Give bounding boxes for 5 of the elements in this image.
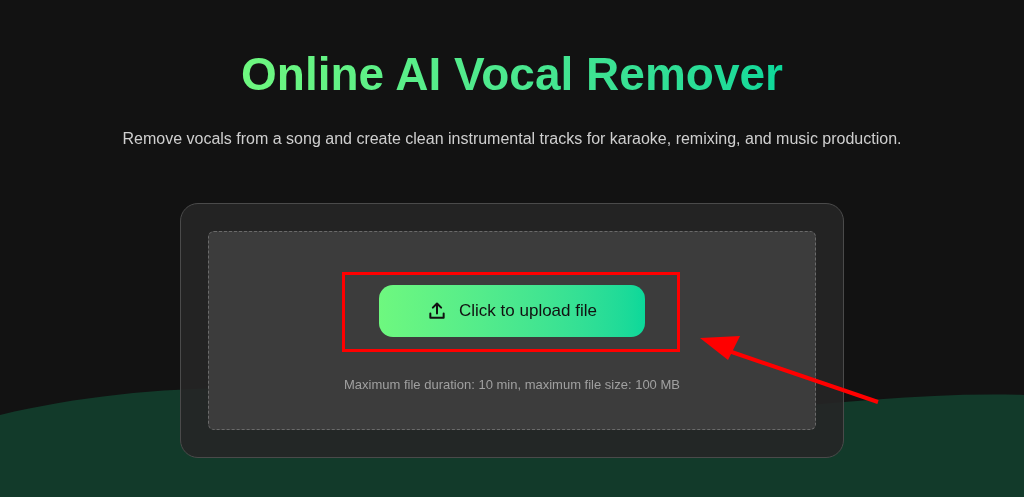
drop-zone[interactable]: Click to upload file Maximum file duration: 10 min, maximum file size: 100 MB [208,231,816,430]
upload-limits: Maximum file duration: 10 min, maximum file size: 100 MB [344,376,680,394]
upload-icon [427,301,447,321]
subtitle: Remove vocals from a song and create clean instrumental tracks for karaoke, remixing, and music production. [122,129,902,149]
upload-button[interactable]: Click to upload file [379,285,645,337]
